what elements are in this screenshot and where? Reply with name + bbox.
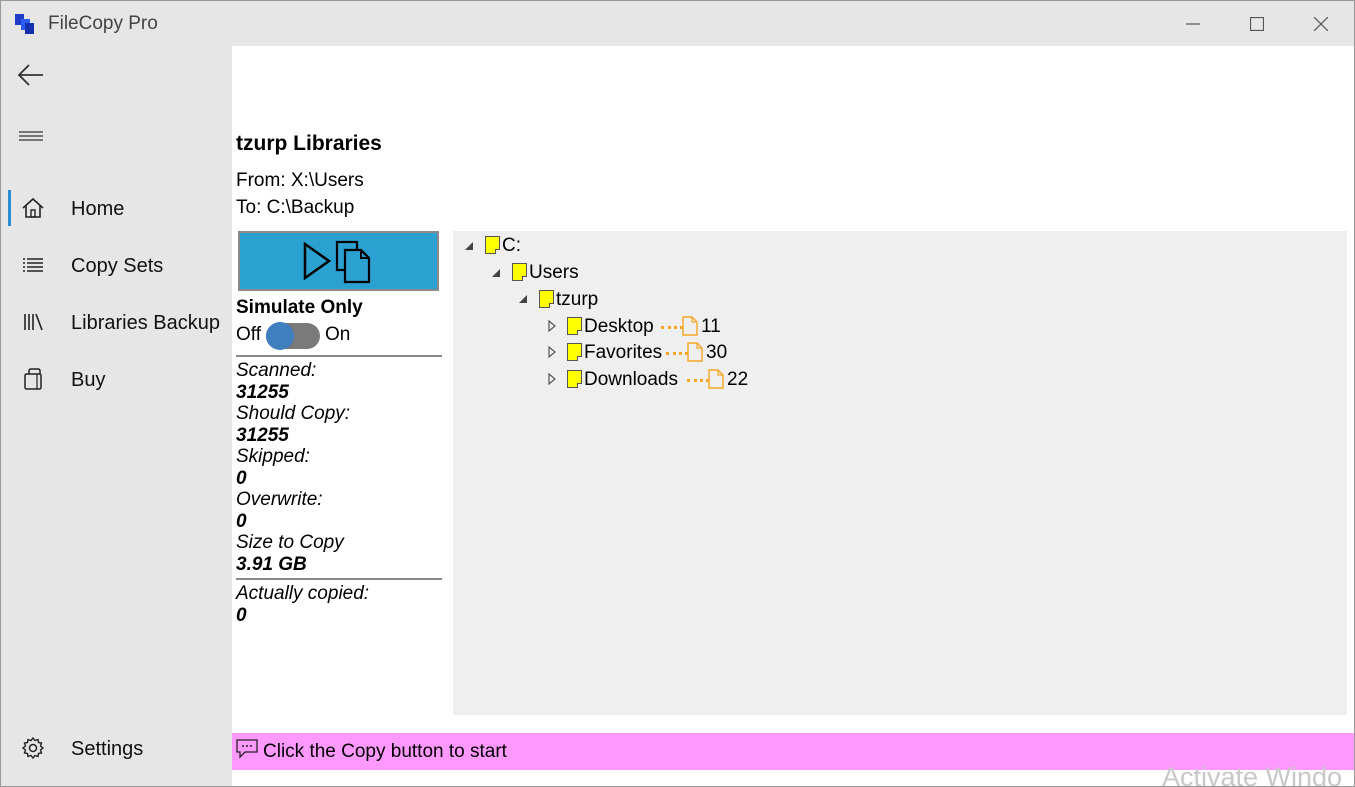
folder-icon	[512, 263, 527, 281]
hamburger-icon	[19, 131, 43, 141]
nav-item-buy[interactable]: Buy	[1, 355, 232, 403]
connector-dots	[666, 352, 688, 355]
maximize-icon	[1250, 16, 1264, 31]
actually-copied-label: Actually copied:	[236, 583, 370, 604]
close-button[interactable]	[1289, 1, 1353, 46]
library-icon	[24, 313, 43, 331]
nav-item-settings[interactable]: Settings	[1, 724, 232, 772]
toggle-off-label: Off	[236, 324, 261, 345]
activation-watermark: Activate Windo	[1162, 762, 1343, 787]
connector-dots	[687, 379, 709, 382]
collapse-icon[interactable]	[463, 240, 475, 252]
should-copy-label: Should Copy:	[236, 403, 351, 424]
connector-dots	[661, 326, 683, 329]
size-to-copy-value: 3.91 GB	[236, 554, 307, 575]
status-message: Click the Copy button to start	[263, 741, 507, 762]
nav-item-label: Copy Sets	[71, 255, 164, 277]
hamburger-menu-button[interactable]	[15, 122, 51, 152]
should-copy-value: 31255	[236, 425, 289, 446]
file-icon	[687, 342, 703, 362]
home-icon	[22, 197, 44, 218]
nav-item-home[interactable]: Home	[1, 184, 232, 232]
collapse-icon[interactable]	[517, 293, 529, 305]
tree-node-favorites[interactable]: Favorites	[584, 342, 662, 364]
expand-icon[interactable]	[546, 346, 558, 358]
tree-node-desktop[interactable]: Desktop	[584, 316, 654, 338]
collapse-icon[interactable]	[490, 267, 502, 279]
main-content: tzurp Libraries From: X:\Users To: C:\Ba…	[232, 46, 1354, 787]
folder-icon	[567, 317, 582, 335]
file-count: 30	[706, 342, 728, 363]
destination-path: To: C:\Backup	[236, 197, 355, 218]
simulate-label: Simulate Only	[236, 297, 363, 318]
gear-icon	[21, 736, 45, 760]
overwrite-label: Overwrite:	[236, 489, 323, 510]
toggle-knob	[266, 322, 294, 350]
minimize-button[interactable]	[1161, 1, 1225, 46]
size-to-copy-label: Size to Copy	[236, 532, 344, 553]
nav-item-label: Buy	[71, 369, 106, 391]
nav-item-label: Libraries Backup	[71, 312, 220, 334]
nav-item-copy-sets[interactable]: Copy Sets	[1, 241, 232, 289]
shopping-bag-icon	[24, 368, 42, 390]
folder-tree[interactable]: C: Users tzurp Desktop 11 Favorites 30 D…	[453, 231, 1347, 715]
file-count: 11	[701, 316, 721, 337]
expand-icon[interactable]	[546, 320, 558, 332]
tree-node-root[interactable]: C:	[502, 235, 521, 257]
skipped-value: 0	[236, 468, 247, 489]
nav-item-label: Settings	[71, 738, 144, 760]
simulate-toggle[interactable]	[266, 322, 320, 350]
toggle-on-label: On	[325, 324, 351, 345]
folder-icon	[539, 290, 554, 308]
folder-icon	[485, 236, 500, 254]
nav-item-label: Home	[71, 198, 125, 220]
back-button[interactable]	[15, 60, 51, 90]
close-icon	[1314, 16, 1328, 31]
file-count: 22	[727, 369, 749, 390]
nav-sidebar: Home Copy Sets Libraries Backup Buy Sett…	[1, 46, 232, 786]
nav-item-libraries-backup[interactable]: Libraries Backup	[1, 298, 232, 346]
app-window: FileCopy Pro Home Copy Sets Libraries Ba…	[0, 0, 1355, 787]
minimize-icon	[1186, 22, 1200, 25]
source-path: From: X:\Users	[236, 170, 364, 191]
folder-icon	[567, 343, 582, 361]
title-bar[interactable]: FileCopy Pro	[1, 1, 1354, 46]
scanned-label: Scanned:	[236, 360, 317, 381]
file-icon	[682, 316, 698, 336]
maximize-button[interactable]	[1225, 1, 1289, 46]
skipped-label: Skipped:	[236, 446, 310, 467]
overwrite-value: 0	[236, 511, 247, 532]
message-icon	[236, 739, 258, 759]
tree-node-tzurp[interactable]: tzurp	[556, 289, 598, 311]
scanned-value: 31255	[236, 382, 289, 403]
copy-button[interactable]	[238, 231, 439, 291]
tree-node-users[interactable]: Users	[529, 262, 579, 284]
back-arrow-icon	[17, 64, 43, 86]
play-copy-icon	[303, 240, 370, 284]
app-logo-icon	[15, 14, 34, 34]
folder-icon	[567, 370, 582, 388]
file-icon	[708, 369, 724, 389]
page-title: tzurp Libraries	[236, 132, 382, 155]
list-icon	[23, 258, 43, 272]
divider	[236, 578, 442, 580]
actually-copied-value: 0	[236, 605, 247, 626]
tree-node-downloads[interactable]: Downloads	[584, 369, 678, 391]
divider	[236, 355, 442, 357]
app-title: FileCopy Pro	[48, 13, 158, 34]
expand-icon[interactable]	[546, 373, 558, 385]
